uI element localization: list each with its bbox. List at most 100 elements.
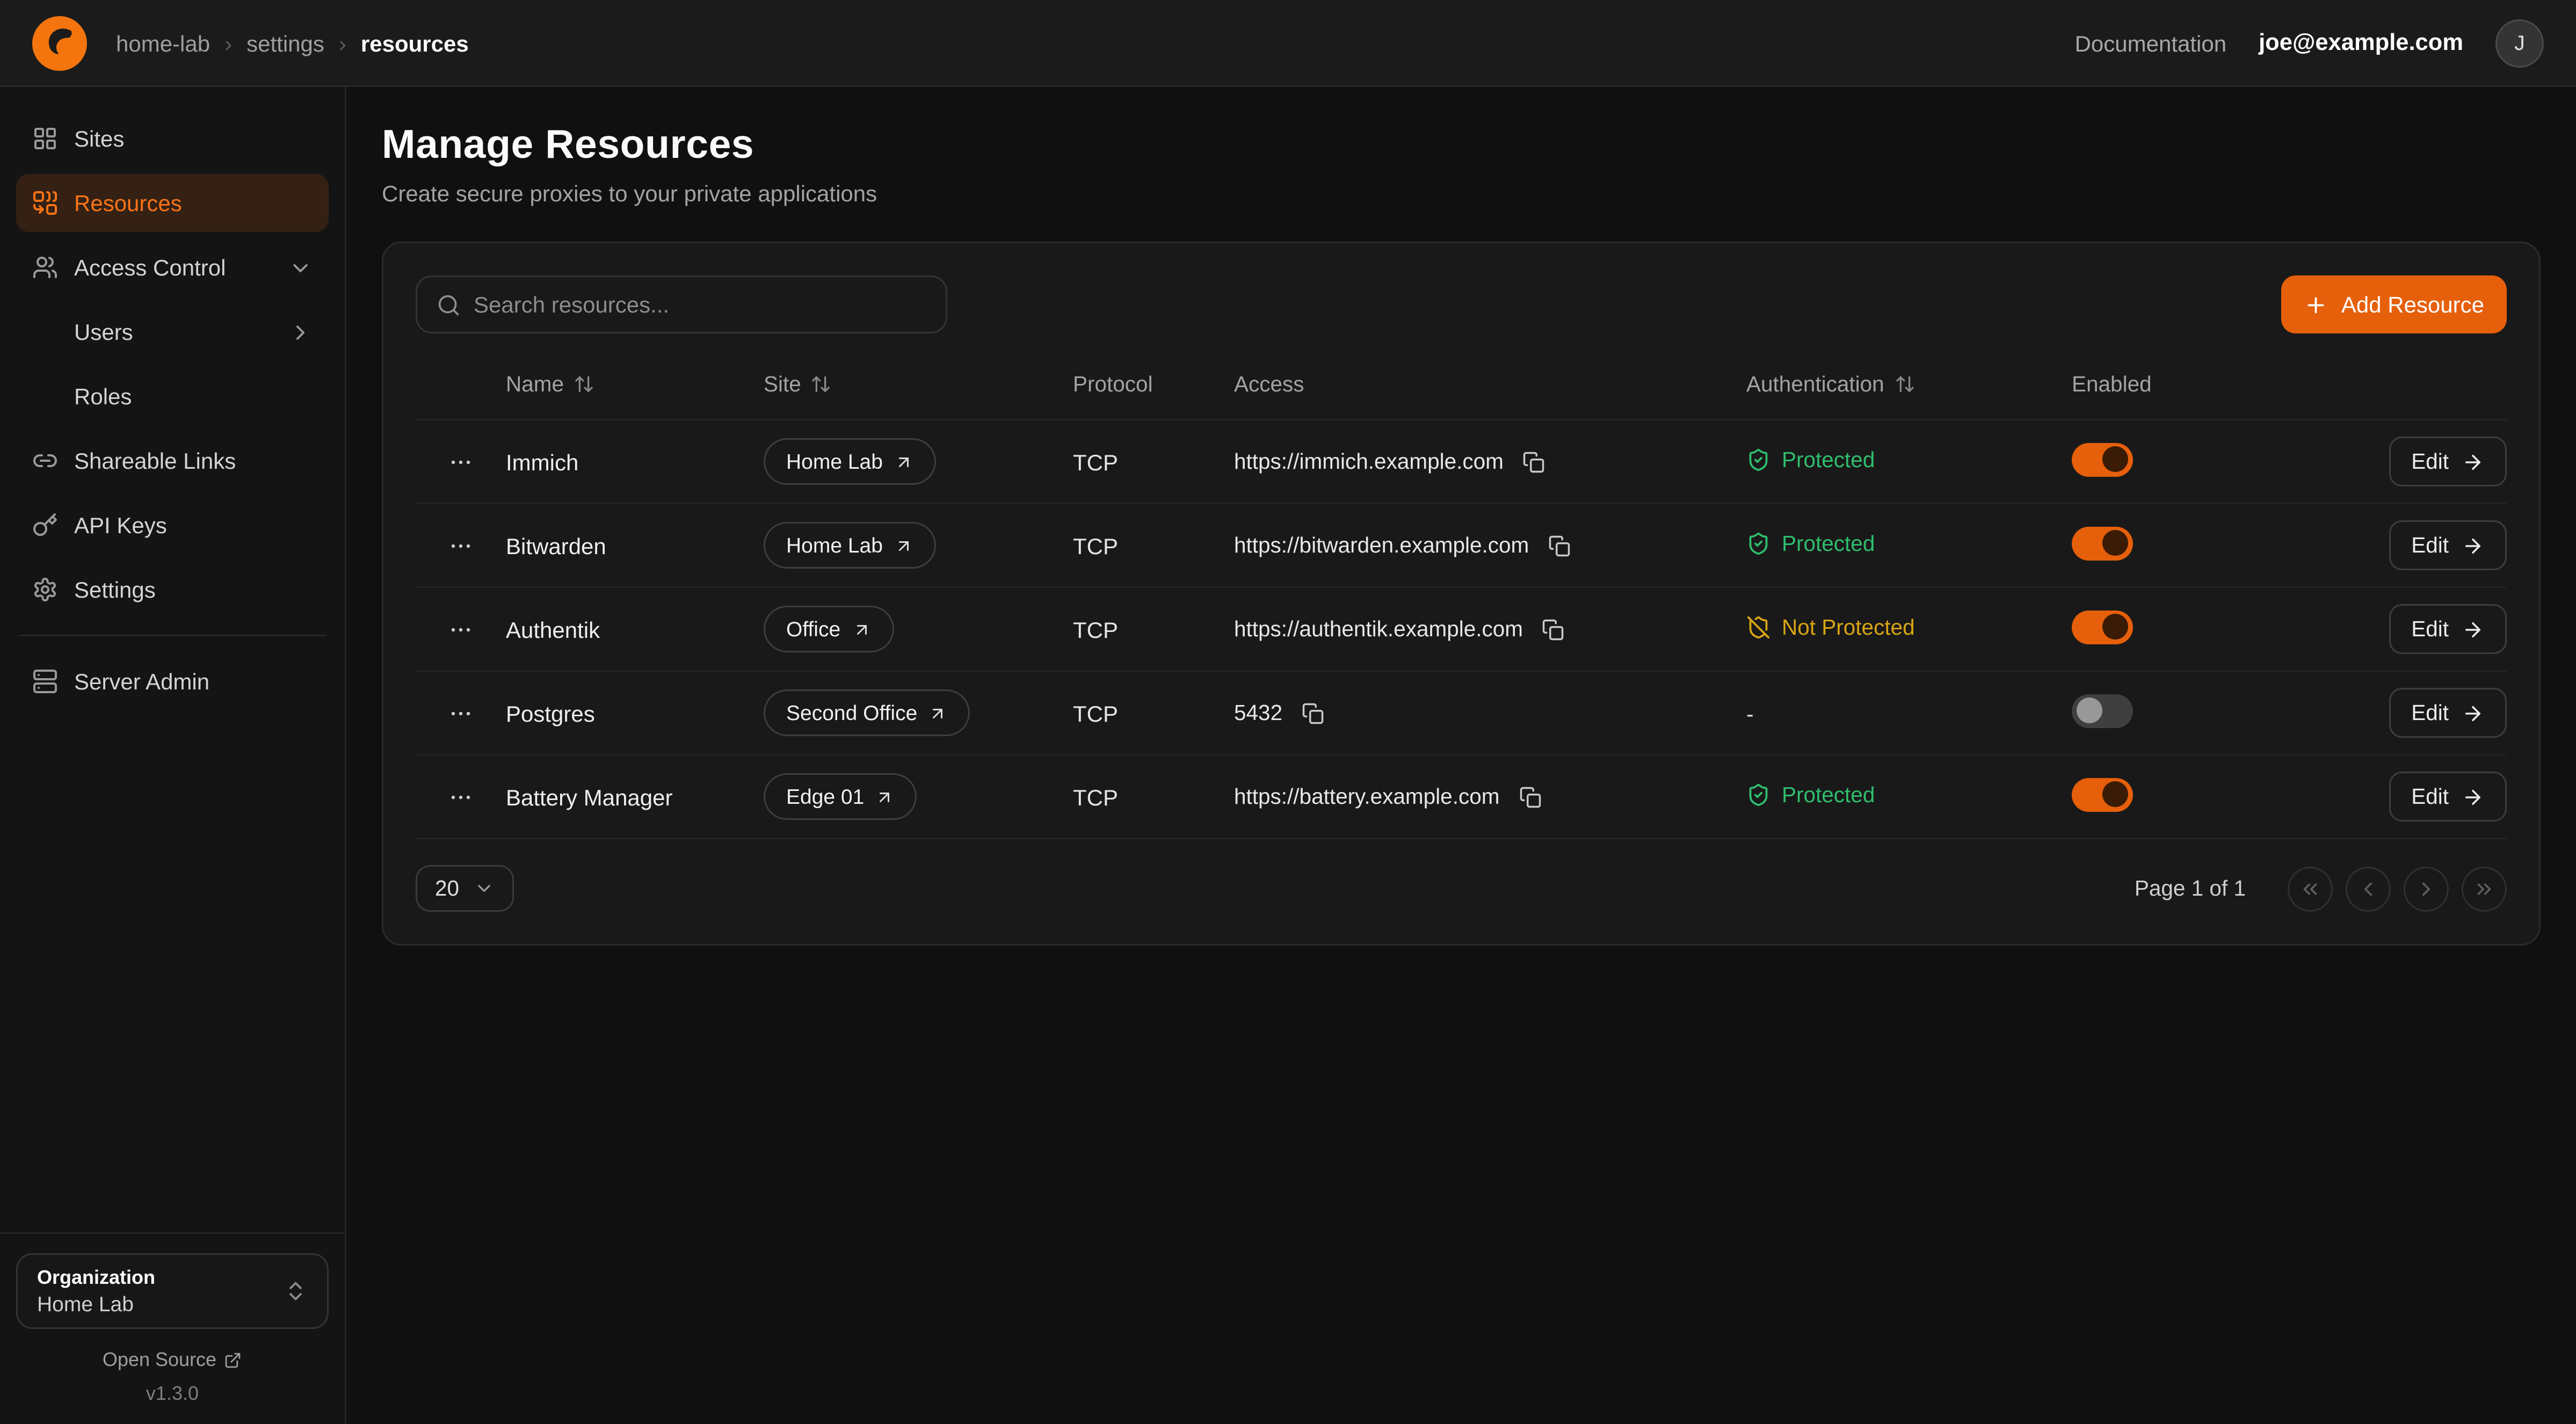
edit-label: Edit	[2411, 449, 2449, 474]
table-row: Authentik Office TCP https://authentik.e…	[416, 588, 2507, 672]
chevron-down-icon	[288, 256, 313, 280]
documentation-link[interactable]: Documentation	[2075, 30, 2227, 56]
sidebar-item-access-control[interactable]: Access Control	[16, 238, 329, 296]
arrow-right-icon	[2462, 702, 2484, 724]
column-label: Name	[506, 372, 564, 396]
chevron-right-icon	[288, 320, 313, 344]
column-access: Access	[1234, 372, 1746, 396]
table-footer: 20 Page 1 of 1	[416, 865, 2507, 912]
copy-button[interactable]	[1298, 699, 1327, 728]
site-name: Second Office	[786, 701, 917, 725]
external-link-icon	[224, 1351, 242, 1369]
topbar-right: Documentation joe@example.com J	[2075, 19, 2544, 67]
organization-value: Home Lab	[37, 1292, 155, 1316]
last-page-button[interactable]	[2462, 866, 2507, 911]
table-row: Immich Home Lab TCP https://immich.examp…	[416, 420, 2507, 504]
resource-name: Postgres	[506, 700, 764, 726]
column-label: Access	[1234, 372, 1304, 396]
breadcrumb-home-lab[interactable]: home-lab	[116, 30, 210, 56]
site-link-button[interactable]: Home Lab	[764, 522, 936, 569]
access-url: https://immich.example.com	[1234, 449, 1504, 474]
sidebar-item-shareable-links[interactable]: Shareable Links	[16, 432, 329, 490]
sidebar-item-label: Server Admin	[74, 669, 209, 694]
page-title: Manage Resources	[382, 122, 2541, 169]
sidebar-divider	[19, 635, 325, 636]
site-link-button[interactable]: Edge 01	[764, 773, 917, 820]
resource-name: Battery Manager	[506, 784, 764, 810]
copy-button[interactable]	[1545, 531, 1574, 560]
site-link-button[interactable]: Second Office	[764, 689, 970, 736]
previous-page-button[interactable]	[2346, 866, 2391, 911]
column-enabled: Enabled	[2072, 372, 2294, 396]
app-logo-icon[interactable]	[32, 16, 87, 70]
auth-label: -	[1746, 702, 1754, 726]
enabled-toggle[interactable]	[2072, 610, 2133, 644]
page-size-select[interactable]: 20	[416, 865, 514, 912]
protocol-value: TCP	[1073, 449, 1234, 475]
row-actions-button[interactable]	[441, 610, 480, 649]
copy-button[interactable]	[1539, 615, 1568, 644]
enabled-toggle[interactable]	[2072, 526, 2133, 560]
sidebar-item-server-admin[interactable]: Server Admin	[16, 652, 329, 710]
sidebar-item-users[interactable]: Users	[16, 303, 329, 361]
sidebar-item-label: Access Control	[74, 255, 226, 280]
row-actions-button[interactable]	[441, 778, 480, 816]
avatar[interactable]: J	[2495, 19, 2544, 67]
sidebar-item-sites[interactable]: Sites	[16, 110, 329, 168]
arrow-up-right-icon	[875, 787, 895, 807]
sidebar-item-label: API Keys	[74, 512, 167, 538]
plus-icon	[2304, 293, 2328, 317]
row-actions-button[interactable]	[441, 694, 480, 732]
enabled-toggle[interactable]	[2072, 442, 2133, 476]
breadcrumb-resources[interactable]: resources	[361, 30, 469, 56]
auth-label: Protected	[1782, 447, 1875, 471]
auth-status: Protected	[1746, 531, 1875, 555]
sort-icon	[811, 374, 832, 395]
auth-status: Protected	[1746, 782, 1875, 807]
site-link-button[interactable]: Office	[764, 606, 894, 652]
enabled-toggle[interactable]	[2072, 778, 2133, 811]
copy-icon	[1523, 451, 1545, 473]
sidebar-item-settings[interactable]: Settings	[16, 561, 329, 619]
edit-button[interactable]: Edit	[2389, 520, 2507, 570]
column-label: Site	[764, 372, 801, 396]
edit-button[interactable]: Edit	[2389, 437, 2507, 486]
row-actions-button[interactable]	[441, 526, 480, 565]
page-info: Page 1 of 1	[2135, 876, 2246, 900]
first-page-button[interactable]	[2288, 866, 2333, 911]
breadcrumb-settings[interactable]: settings	[246, 30, 324, 56]
protocol-value: TCP	[1073, 700, 1234, 726]
sidebar-item-api-keys[interactable]: API Keys	[16, 496, 329, 554]
chevron-left-icon	[2357, 877, 2379, 900]
key-icon	[32, 512, 58, 538]
row-actions-button[interactable]	[441, 442, 480, 481]
resource-name: Immich	[506, 449, 764, 475]
user-email[interactable]: joe@example.com	[2259, 30, 2463, 56]
copy-button[interactable]	[1520, 447, 1549, 476]
search-icon	[437, 293, 461, 317]
edit-button[interactable]: Edit	[2389, 688, 2507, 738]
toggle-knob	[2102, 781, 2128, 807]
open-source-link[interactable]: Open Source	[16, 1348, 329, 1371]
shield-check-icon	[1746, 782, 1770, 807]
sidebar-item-roles[interactable]: Roles	[16, 367, 329, 425]
organization-selector[interactable]: Organization Home Lab	[16, 1253, 329, 1329]
sidebar-item-resources[interactable]: Resources	[16, 174, 329, 232]
enabled-toggle[interactable]	[2072, 694, 2133, 728]
column-authentication[interactable]: Authentication	[1746, 372, 2072, 396]
copy-button[interactable]	[1515, 782, 1544, 811]
next-page-button[interactable]	[2404, 866, 2449, 911]
column-protocol: Protocol	[1073, 372, 1234, 396]
site-link-button[interactable]: Home Lab	[764, 438, 936, 485]
column-site[interactable]: Site	[764, 372, 1073, 396]
add-resource-button[interactable]: Add Resource	[2282, 275, 2507, 333]
resources-card: Add Resource Name Site Protocol	[382, 242, 2541, 946]
search-box	[416, 275, 947, 333]
edit-button[interactable]: Edit	[2389, 604, 2507, 654]
column-name[interactable]: Name	[506, 372, 764, 396]
auth-status: Not Protected	[1746, 615, 1915, 639]
page-subtitle: Create secure proxies to your private ap…	[382, 180, 2541, 206]
edit-button[interactable]: Edit	[2389, 772, 2507, 822]
search-input[interactable]	[474, 292, 926, 317]
open-source-label: Open Source	[103, 1348, 216, 1371]
